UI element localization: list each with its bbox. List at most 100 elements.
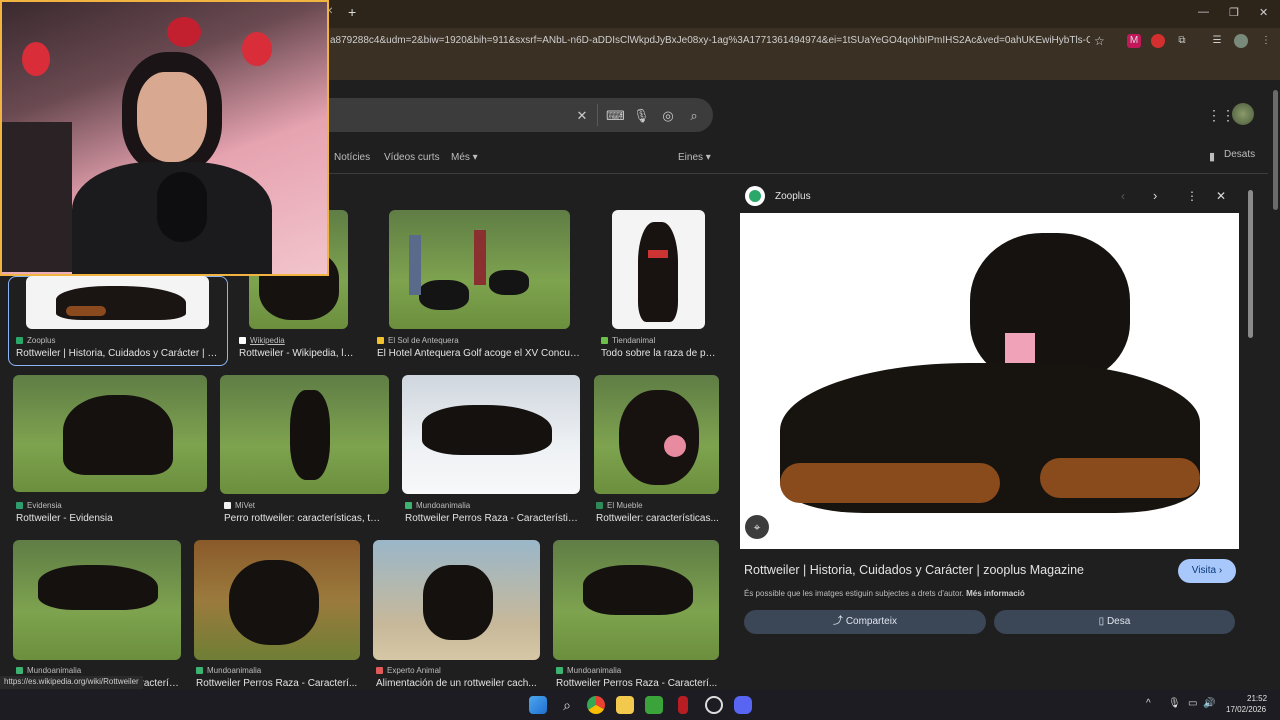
clock-date[interactable]: 17/02/2026 [1226,705,1266,714]
extension-icon-1[interactable]: M [1127,34,1141,48]
result-image-mundoanimalia-3[interactable] [194,540,360,660]
result-title[interactable]: Rottweiler - Wikipedia, la ... [239,348,359,359]
save-button[interactable]: ▯ Desa [994,610,1235,634]
result-image-mundoanimalia-4[interactable] [553,540,719,660]
result-image-zooplus[interactable] [26,276,209,329]
more-options-icon[interactable]: ⋮ [1186,189,1198,203]
result-source: Mundoanimalia [16,666,81,675]
favicon-icon [601,337,608,344]
profile-avatar[interactable] [1234,34,1248,48]
close-preview-icon[interactable]: ✕ [1216,189,1226,203]
result-source-label: Evidensia [27,501,62,510]
lens-icon[interactable]: ◎ [660,108,676,124]
microphone-icon[interactable]: 🎙 [633,108,650,124]
saved-link[interactable]: Desats [1224,149,1255,160]
extensions-puzzle-icon[interactable]: ⧉ [1175,34,1189,48]
discord-icon[interactable] [734,696,752,714]
lens-search-icon[interactable]: ⌖ [745,515,769,539]
tab-short-videos[interactable]: Vídeos curts [384,152,440,163]
netflix-icon[interactable] [678,696,688,714]
copyright-notice: És possible que les imatges estiguin sub… [744,589,1025,598]
obs-icon[interactable] [705,696,723,714]
chair [2,122,72,272]
windows-start-icon[interactable] [529,696,547,714]
result-source: Evidensia [16,501,62,510]
result-image-mivet[interactable] [220,375,389,494]
tray-network-icon[interactable]: ▭ [1188,698,1197,709]
preview-scrollbar[interactable] [1247,182,1254,676]
preview-source[interactable]: Zooplus [775,191,811,202]
favicon-icon [239,337,246,344]
microphone [157,172,207,242]
apps-grid-icon[interactable]: ⋮⋮ [1207,107,1235,124]
bookmark-star-icon[interactable]: ☆ [1094,34,1105,48]
result-title[interactable]: Perro rottweiler: características, te... [224,513,384,524]
result-title[interactable]: Rottweiler Perros Raza - Caracterí... [556,678,720,689]
result-image-mundoanimalia-2[interactable] [13,540,181,660]
result-image-elmueble[interactable] [594,375,719,494]
result-source: Mundoanimalia [405,501,470,510]
result-source-label: MiVet [235,501,256,510]
reading-list-icon[interactable]: ☰ [1210,34,1224,48]
result-title[interactable]: El Hotel Antequera Golf acoge el XV Conc… [377,348,581,359]
result-source: Wikipedia [239,336,285,345]
result-source: El Sol de Antequera [377,336,459,345]
result-source-label: El Sol de Antequera [388,336,459,345]
result-title[interactable]: Todo sobre la raza de pe... [601,348,719,359]
tab-news[interactable]: Notícies [334,152,370,163]
result-image-expertoanimal[interactable] [373,540,540,660]
result-source: Mundoanimalia [196,666,261,675]
result-title[interactable]: Rottweiler: características... [596,513,719,524]
result-title[interactable]: Rottweiler - Evidensia [16,513,206,524]
search-input[interactable] [300,98,713,132]
tab-more[interactable]: Més ▾ [451,152,478,163]
tray-mic-icon[interactable]: 🎙 [1168,698,1181,709]
tray-volume-icon[interactable]: 🔊 [1203,698,1215,709]
result-image-mundoanimalia[interactable] [402,375,580,494]
page-scrollbar[interactable] [1271,80,1280,690]
result-source: Experto Animal [376,666,441,675]
next-icon[interactable]: › [1153,188,1157,203]
favicon-icon [556,667,563,674]
result-source-label: Zooplus [27,336,56,345]
favicon-icon [224,502,231,509]
result-title[interactable]: Alimentación de un rottweiler cach... [376,678,540,689]
favicon-icon [596,502,603,509]
previous-icon[interactable]: ‹ [1121,189,1125,203]
result-title[interactable]: Rottweiler Perros Raza - Caracterí... [196,678,360,689]
saved-bookmark-icon: ▮ [1209,151,1216,163]
minecraft-icon[interactable] [645,696,663,714]
header-divider [300,173,1268,174]
new-tab-button[interactable]: + [348,4,356,20]
result-image-tiendanimal[interactable] [612,210,705,329]
url-field[interactable]: a879288c4&udm=2&biw=1920&bih=911&sxsrf=A… [330,35,1090,46]
tools-button[interactable]: Eines ▾ [678,152,711,163]
extension-icon-2[interactable] [1151,34,1165,48]
browser-menu-icon[interactable]: ⋮ [1259,34,1273,48]
save-bookmark-icon: ▯ [1098,616,1107,627]
keyboard-icon[interactable]: ⌨ [606,108,625,124]
result-image-evidensia[interactable] [13,375,207,492]
preview-title[interactable]: Rottweiler | Historia, Cuidados y Caráct… [744,563,1164,577]
share-icon: ⤴ [833,616,846,627]
more-info-link[interactable]: Més informació [966,589,1025,598]
result-image-elsol[interactable] [389,210,570,329]
save-label: Desa [1106,616,1131,627]
result-title[interactable]: Rottweiler Perros Raza - Característic..… [405,513,580,524]
tray-chevron-icon[interactable]: ^ [1146,698,1151,709]
result-title[interactable]: Rottweiler | Historia, Cuidados y Caráct… [16,348,222,359]
clear-search-icon[interactable]: ✕ [574,108,590,124]
window-close-button[interactable]: ✕ [1259,6,1268,19]
minimize-button[interactable]: — [1198,6,1209,18]
chrome-icon[interactable] [587,696,605,714]
restore-button[interactable]: ❐ [1229,6,1239,19]
file-explorer-icon[interactable] [616,696,634,714]
share-button[interactable]: ⤴ Comparteix [744,610,986,634]
visit-button[interactable]: Visita › [1178,559,1236,583]
status-url-bar: https://es.wikipedia.org/wiki/Rottweiler [0,676,143,689]
search-icon[interactable]: ⌕ [686,108,702,124]
account-avatar[interactable] [1232,103,1254,125]
search-icon[interactable]: ⌕ [558,696,576,714]
preview-image[interactable] [740,213,1239,549]
clock-time[interactable]: 21:52 [1247,694,1267,703]
